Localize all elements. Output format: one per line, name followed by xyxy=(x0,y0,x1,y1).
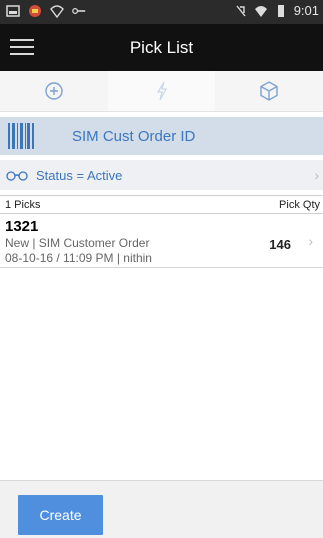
status-bar: 9:01 xyxy=(0,0,323,24)
create-button[interactable]: Create xyxy=(18,495,103,535)
chevron-right-icon: › xyxy=(308,233,313,249)
package-icon xyxy=(260,81,278,101)
status-time: 9:01 xyxy=(293,3,319,18)
wifi-icon xyxy=(254,5,267,17)
pick-status-type: New | SIM Customer Order xyxy=(5,236,150,250)
gallery-icon xyxy=(6,5,20,17)
list-header: 1 Picks Pick Qty xyxy=(0,195,323,214)
picks-count: 1 Picks xyxy=(5,198,41,211)
app-bar: Pick List xyxy=(0,24,323,71)
app-notification-icon xyxy=(29,5,41,17)
wifi-question-icon xyxy=(50,5,64,18)
pick-number: 1321 xyxy=(5,218,39,235)
chevron-right-icon: › xyxy=(314,167,319,183)
mute-icon xyxy=(236,5,246,16)
battery-icon xyxy=(277,4,284,17)
status-right-icons: 9:01 xyxy=(234,3,319,18)
plus-circle-icon xyxy=(45,82,63,100)
pick-qty: 146 xyxy=(269,237,291,252)
key-icon xyxy=(72,8,86,14)
lightning-icon xyxy=(156,81,167,101)
pick-qty-header: Pick Qty xyxy=(279,198,320,211)
status-left-icons xyxy=(6,4,86,18)
tab-quick[interactable] xyxy=(107,71,216,111)
pick-date-user: 08-10-16 / 11:09 PM | nithin xyxy=(5,251,152,265)
action-tabs xyxy=(0,71,323,112)
filter-label: Status = Active xyxy=(36,167,123,183)
scan-label: SIM Cust Order ID xyxy=(72,127,196,145)
filter-bar[interactable]: Status = Active › xyxy=(0,160,323,190)
page-title: Pick List xyxy=(129,38,194,57)
barcode-icon xyxy=(8,123,35,149)
tab-add[interactable] xyxy=(0,71,108,111)
scan-field[interactable]: SIM Cust Order ID xyxy=(0,117,323,155)
bottom-bar: Create xyxy=(0,480,323,538)
glasses-icon xyxy=(6,171,28,181)
tab-package[interactable] xyxy=(215,71,323,111)
list-item[interactable]: 1321 New | SIM Customer Order 08-10-16 /… xyxy=(0,215,323,268)
